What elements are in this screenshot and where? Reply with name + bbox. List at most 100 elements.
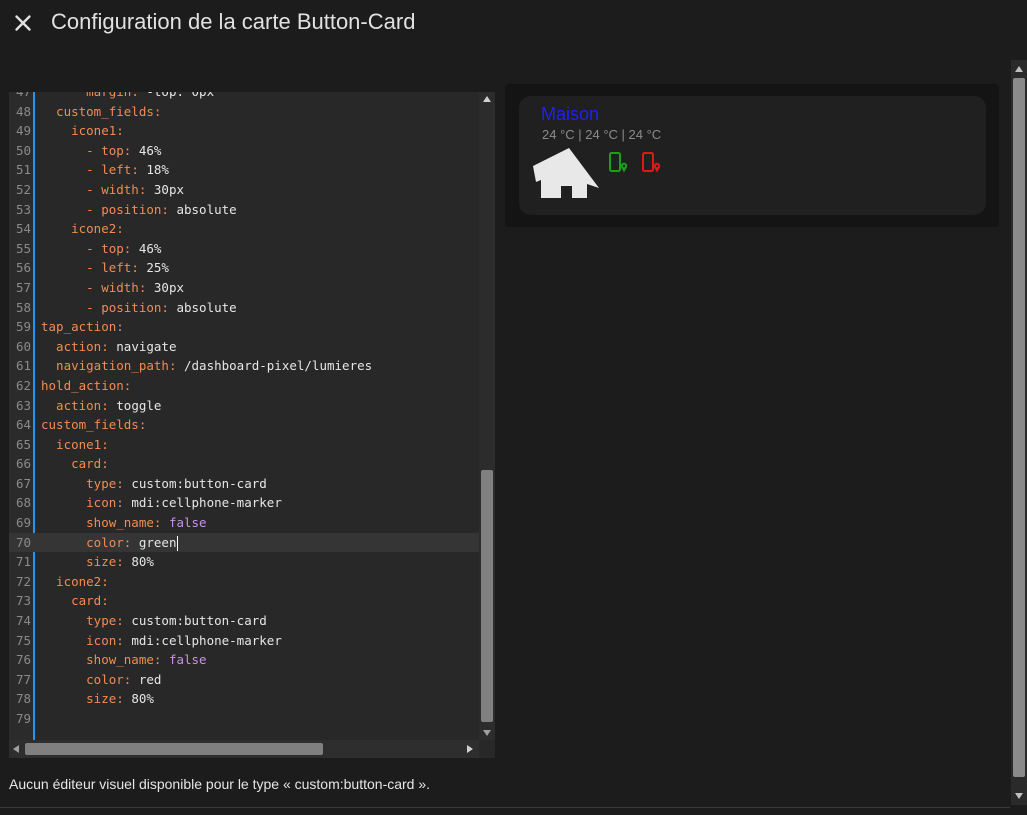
scroll-up-arrow-icon[interactable] [483, 96, 491, 102]
editor-vertical-scrollbar[interactable] [479, 92, 495, 740]
button-card[interactable]: Maison 24 °C | 24 °C | 24 °C [519, 96, 986, 215]
code-text: custom_fields: [41, 102, 161, 122]
line-number: 51 [15, 162, 31, 178]
line-number: 68 [15, 495, 31, 511]
code-line[interactable]: 56 - left: 25% [9, 258, 479, 278]
code-line[interactable]: 66 card: [9, 454, 479, 474]
yaml-key: - left [41, 260, 132, 276]
code-line[interactable]: 59 tap_action: [9, 317, 479, 337]
scrollbar-thumb[interactable] [25, 743, 323, 755]
yaml-colon: : [116, 632, 124, 648]
yaml-key: - position [41, 201, 162, 217]
code-line[interactable]: 50 - top: 46% [9, 141, 479, 161]
close-icon[interactable] [10, 10, 36, 36]
code-line[interactable]: 51 - left: 18% [9, 160, 479, 180]
code-line[interactable]: 76 show_name: false [9, 650, 479, 670]
line-number: 60 [15, 338, 31, 354]
yaml-colon: : [138, 417, 147, 433]
yaml-colon: : [116, 319, 124, 335]
yaml-value: mdi:cellphone-marker [131, 632, 282, 648]
scroll-down-arrow-icon[interactable] [1015, 793, 1023, 799]
code-line[interactable]: 72 icone2: [9, 572, 479, 592]
code-lines[interactable]: 47 margin: -top: 0px48 custom_fields:49 … [9, 92, 479, 729]
code-line[interactable]: 64 custom_fields: [9, 415, 479, 435]
code-line[interactable]: 60 action: navigate [9, 337, 479, 357]
yaml-key: action [41, 338, 102, 354]
code-line[interactable]: 77 color: red [9, 670, 479, 690]
yaml-value: mdi:cellphone-marker [131, 495, 282, 511]
code-text: - position: absolute [41, 200, 237, 220]
scroll-left-arrow-icon[interactable] [13, 745, 19, 753]
yaml-colon: : [101, 436, 109, 452]
yaml-key: navigation_path [41, 358, 169, 374]
editor-horizontal-scrollbar[interactable] [9, 740, 495, 758]
yaml-colon: : [153, 103, 162, 119]
code-text: icone1: [41, 121, 124, 141]
code-text: type: custom:button-card [41, 474, 267, 494]
cellphone-marker-icon[interactable] [608, 152, 630, 174]
text-cursor [176, 535, 178, 551]
code-text: hold_action: [41, 376, 131, 396]
line-number: 70 [15, 534, 31, 550]
cellphone-marker-icon[interactable] [641, 152, 663, 174]
line-number: 57 [15, 279, 31, 295]
code-line[interactable]: 58 - position: absolute [9, 298, 479, 318]
code-line[interactable]: 65 icone1: [9, 435, 479, 455]
line-number: 54 [15, 221, 31, 237]
yaml-key: icone1 [41, 123, 117, 139]
code-line[interactable]: 70 color: green [9, 532, 479, 553]
code-line[interactable]: 78 size: 80% [9, 689, 479, 709]
yaml-colon: : [123, 377, 132, 393]
code-line[interactable]: 63 action: toggle [9, 396, 479, 416]
code-line[interactable]: 52 - width: 30px [9, 180, 479, 200]
code-line[interactable]: 53 - position: absolute [9, 200, 479, 220]
line-number: 52 [15, 181, 31, 197]
scroll-up-arrow-icon[interactable] [1015, 66, 1023, 72]
code-line[interactable]: 69 show_name: false [9, 513, 479, 533]
yaml-key: type [41, 475, 117, 491]
code-line[interactable]: 73 card: [9, 591, 479, 611]
code-text: action: toggle [41, 396, 161, 416]
code-line[interactable]: 57 - width: 30px [9, 278, 479, 298]
yaml-colon: : [116, 123, 124, 139]
code-text: icone2: [41, 219, 124, 239]
yaml-key: icone1 [41, 436, 102, 452]
line-number: 73 [15, 593, 31, 609]
code-text: show_name: false [41, 513, 206, 533]
scrollbar-thumb[interactable] [1013, 78, 1025, 777]
yaml-colon: : [116, 475, 124, 491]
yaml-key: icone2 [41, 221, 117, 237]
yaml-colon: : [101, 573, 109, 589]
dialog-vertical-scrollbar[interactable] [1011, 60, 1027, 805]
yaml-code-editor[interactable]: 47 margin: -top: 0px48 custom_fields:49 … [9, 92, 495, 758]
code-line[interactable]: 47 margin: -top: 0px [9, 92, 479, 102]
code-line[interactable]: 68 icon: mdi:cellphone-marker [9, 493, 479, 513]
scroll-down-arrow-icon[interactable] [483, 730, 491, 736]
code-line[interactable]: 54 icone2: [9, 219, 479, 239]
yaml-key: color [41, 534, 124, 550]
code-line[interactable]: 67 type: custom:button-card [9, 474, 479, 494]
line-number: 79 [15, 711, 31, 726]
line-number: 58 [15, 299, 31, 315]
code-line[interactable]: 71 size: 80% [9, 552, 479, 572]
code-line[interactable]: 75 icon: mdi:cellphone-marker [9, 631, 479, 651]
code-line[interactable]: 48 custom_fields: [9, 102, 479, 122]
yaml-value: 46% [138, 240, 162, 256]
code-line[interactable]: 61 navigation_path: /dashboard-pixel/lum… [9, 356, 479, 376]
yaml-colon: : [116, 495, 124, 511]
scroll-right-arrow-icon[interactable] [467, 745, 473, 753]
code-line[interactable]: 62 hold_action: [9, 376, 479, 396]
yaml-key: - left [41, 162, 132, 178]
code-line[interactable]: 74 type: custom:button-card [9, 611, 479, 631]
code-line[interactable]: 55 - top: 46% [9, 239, 479, 259]
code-line[interactable]: 79 [9, 709, 479, 729]
yaml-key: size [41, 554, 117, 570]
yaml-colon: : [153, 515, 162, 531]
yaml-colon: : [161, 299, 169, 315]
yaml-key: custom_fields [41, 103, 154, 119]
yaml-key: type [41, 613, 117, 629]
line-number: 59 [15, 319, 31, 335]
scrollbar-thumb[interactable] [481, 470, 493, 722]
code-line[interactable]: 49 icone1: [9, 121, 479, 141]
yaml-value: 46% [138, 142, 162, 158]
